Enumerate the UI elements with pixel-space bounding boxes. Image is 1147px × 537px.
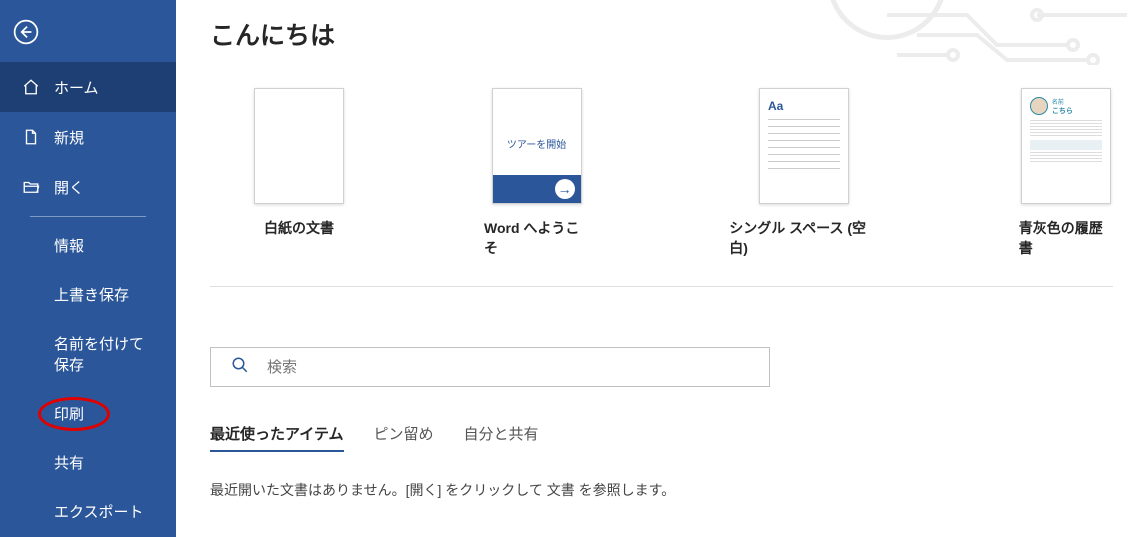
back-arrow-icon: [13, 19, 39, 45]
template-resume[interactable]: 名前 こちら 青灰色の履歴書: [1019, 88, 1113, 258]
decorative-circuit-icon: [887, 5, 1147, 65]
sidebar-item-saveas[interactable]: 名前を付けて保存: [0, 319, 176, 389]
sidebar-item-open[interactable]: 開く: [0, 162, 176, 212]
sidebar-item-info[interactable]: 情報: [0, 221, 176, 270]
sidebar-item-print[interactable]: 印刷: [0, 389, 176, 438]
recent-tabs: 最近使ったアイテム ピン留め 自分と共有: [210, 423, 1113, 452]
search-input[interactable]: [267, 359, 749, 376]
tab-recent[interactable]: 最近使ったアイテム: [210, 423, 344, 452]
template-welcome[interactable]: ツアーを開始 → Word へようこそ: [484, 88, 589, 258]
sidebar-item-save[interactable]: 上書き保存: [0, 270, 176, 319]
template-label: シングル スペース (空白): [729, 218, 879, 258]
sidebar-item-home[interactable]: ホーム: [0, 62, 176, 112]
template-thumbnail: Aa: [759, 88, 849, 204]
tour-text: ツアーを開始: [493, 136, 581, 175]
search-box[interactable]: [210, 347, 770, 387]
template-single-space[interactable]: Aa シングル スペース (空白): [729, 88, 879, 258]
sidebar-divider: [30, 216, 146, 217]
template-thumbnail: 名前 こちら: [1021, 88, 1111, 204]
tab-pinned[interactable]: ピン留め: [374, 423, 434, 452]
template-thumbnail: ツアーを開始 →: [492, 88, 582, 204]
tab-shared[interactable]: 自分と共有: [464, 423, 539, 452]
template-gallery: 白紙の文書 ツアーを開始 → Word へようこそ Aa シングル スペース (…: [210, 88, 1113, 287]
file-icon: [20, 126, 42, 148]
template-thumbnail: [254, 88, 344, 204]
arrow-right-icon: →: [555, 179, 575, 199]
folder-icon: [20, 176, 42, 198]
avatar-icon: [1030, 97, 1048, 115]
home-icon: [20, 76, 42, 98]
sidebar-label: 上書き保存: [54, 287, 129, 304]
sidebar-label: エクスポート: [54, 504, 144, 521]
main-area: R こんにちは 白紙の文書 ツアーを開始 → Word へようこそ: [176, 0, 1147, 537]
empty-recent-message: 最近開いた文書はありません。[開く] をクリックして 文書 を参照します。: [210, 480, 1113, 500]
sidebar-label: 名前を付けて保存: [54, 336, 144, 374]
template-label: Word へようこそ: [484, 218, 589, 258]
template-blank[interactable]: 白紙の文書: [254, 88, 344, 258]
sidebar: ホーム 新規 開く 情報 上書き保存 名前を付けて保存 印刷 共有: [0, 0, 176, 537]
sidebar-item-new[interactable]: 新規: [0, 112, 176, 162]
search-icon: [231, 356, 249, 379]
template-label: 白紙の文書: [264, 218, 334, 238]
sidebar-label: 新規: [54, 127, 84, 148]
sidebar-label: 情報: [54, 238, 84, 255]
sidebar-label: 印刷: [54, 406, 84, 423]
sidebar-item-share[interactable]: 共有: [0, 438, 176, 487]
sidebar-label: 共有: [54, 455, 84, 472]
template-label: 青灰色の履歴書: [1019, 218, 1113, 258]
back-button[interactable]: [8, 14, 44, 50]
sidebar-label: 開く: [54, 177, 84, 198]
sidebar-item-export[interactable]: エクスポート: [0, 487, 176, 536]
sidebar-label: ホーム: [54, 77, 99, 98]
